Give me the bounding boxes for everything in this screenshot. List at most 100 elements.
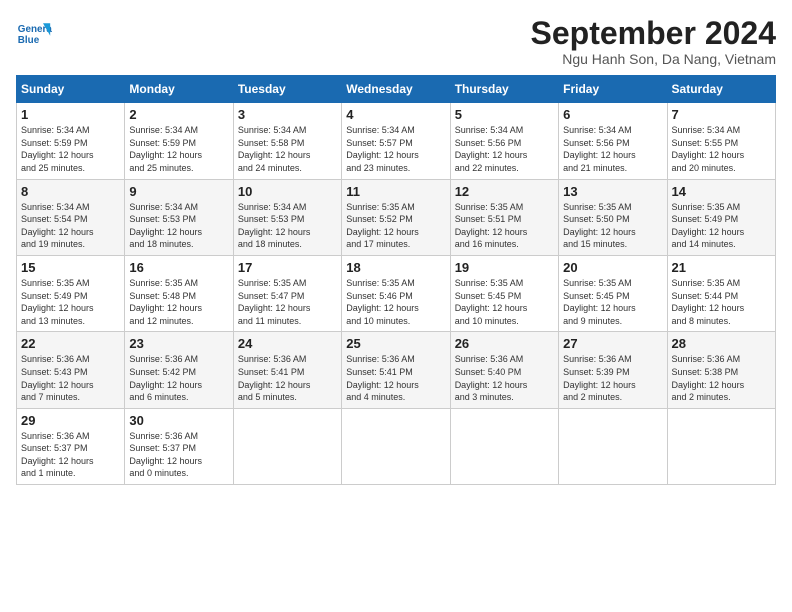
logo-svg: General Blue <box>16 16 52 52</box>
day-info: Sunrise: 5:34 AM Sunset: 5:55 PM Dayligh… <box>672 124 771 174</box>
week-row-4: 22Sunrise: 5:36 AM Sunset: 5:43 PM Dayli… <box>17 332 776 408</box>
calendar-header: SundayMondayTuesdayWednesdayThursdayFrid… <box>17 76 776 103</box>
day-number: 26 <box>455 336 554 351</box>
day-number: 5 <box>455 107 554 122</box>
weekday-sunday: Sunday <box>17 76 125 103</box>
day-cell: 14 Sunrise: 5:35 AM Sunset: 5:49 PM Dayli… <box>667 179 775 255</box>
week-row-2: 8 Sunrise: 5:34 AM Sunset: 5:54 PM Daylig… <box>17 179 776 255</box>
weekday-saturday: Saturday <box>667 76 775 103</box>
day-number: 28 <box>672 336 771 351</box>
day-cell: 12 Sunrise: 5:35 AM Sunset: 5:51 PM Dayli… <box>450 179 558 255</box>
calendar-table: SundayMondayTuesdayWednesdayThursdayFrid… <box>16 75 776 485</box>
day-info: Sunrise: 5:35 AM Sunset: 5:49 PM Dayligh… <box>21 277 120 327</box>
day-info: Sunrise: 5:35 AM Sunset: 5:49 PM Dayligh… <box>672 201 771 251</box>
day-cell <box>450 408 558 484</box>
day-cell: 27 Sunrise: 5:36 AM Sunset: 5:39 PM Dayli… <box>559 332 667 408</box>
day-cell: 3 Sunrise: 5:34 AM Sunset: 5:58 PM Daylig… <box>233 103 341 179</box>
day-info: Sunrise: 5:35 AM Sunset: 5:50 PM Dayligh… <box>563 201 662 251</box>
day-cell: 2 Sunrise: 5:34 AM Sunset: 5:59 PM Daylig… <box>125 103 233 179</box>
day-cell: 11 Sunrise: 5:35 AM Sunset: 5:52 PM Dayli… <box>342 179 450 255</box>
day-info: Sunrise: 5:34 AM Sunset: 5:53 PM Dayligh… <box>238 201 337 251</box>
month-title: September 2024 <box>531 16 776 51</box>
day-number: 19 <box>455 260 554 275</box>
day-number: 23 <box>129 336 228 351</box>
day-cell <box>342 408 450 484</box>
day-info: Sunrise: 5:35 AM Sunset: 5:51 PM Dayligh… <box>455 201 554 251</box>
day-cell <box>233 408 341 484</box>
calendar-body: 1 Sunrise: 5:34 AM Sunset: 5:59 PM Daylig… <box>17 103 776 485</box>
day-cell: 26Sunrise: 5:36 AM Sunset: 5:40 PM Dayli… <box>450 332 558 408</box>
day-cell: 9Sunrise: 5:34 AM Sunset: 5:53 PM Daylig… <box>125 179 233 255</box>
day-number: 10 <box>238 184 337 199</box>
day-cell: 17Sunrise: 5:35 AM Sunset: 5:47 PM Dayli… <box>233 255 341 331</box>
day-number: 16 <box>129 260 228 275</box>
week-row-5: 29Sunrise: 5:36 AM Sunset: 5:37 PM Dayli… <box>17 408 776 484</box>
day-info: Sunrise: 5:36 AM Sunset: 5:41 PM Dayligh… <box>238 353 337 403</box>
day-cell <box>667 408 775 484</box>
day-number: 27 <box>563 336 662 351</box>
day-info: Sunrise: 5:35 AM Sunset: 5:46 PM Dayligh… <box>346 277 445 327</box>
logo: General Blue <box>16 16 52 52</box>
day-info: Sunrise: 5:36 AM Sunset: 5:42 PM Dayligh… <box>129 353 228 403</box>
day-number: 8 <box>21 184 120 199</box>
weekday-thursday: Thursday <box>450 76 558 103</box>
day-number: 25 <box>346 336 445 351</box>
day-info: Sunrise: 5:34 AM Sunset: 5:58 PM Dayligh… <box>238 124 337 174</box>
day-info: Sunrise: 5:35 AM Sunset: 5:44 PM Dayligh… <box>672 277 771 327</box>
day-cell: 8 Sunrise: 5:34 AM Sunset: 5:54 PM Daylig… <box>17 179 125 255</box>
day-cell: 23 Sunrise: 5:36 AM Sunset: 5:42 PM Dayli… <box>125 332 233 408</box>
day-cell <box>559 408 667 484</box>
day-cell: 28 Sunrise: 5:36 AM Sunset: 5:38 PM Dayli… <box>667 332 775 408</box>
day-number: 29 <box>21 413 120 428</box>
day-number: 30 <box>129 413 228 428</box>
week-row-1: 1 Sunrise: 5:34 AM Sunset: 5:59 PM Daylig… <box>17 103 776 179</box>
day-number: 12 <box>455 184 554 199</box>
day-info: Sunrise: 5:34 AM Sunset: 5:56 PM Dayligh… <box>455 124 554 174</box>
day-cell: 5 Sunrise: 5:34 AM Sunset: 5:56 PM Daylig… <box>450 103 558 179</box>
day-cell: 10 Sunrise: 5:34 AM Sunset: 5:53 PM Dayli… <box>233 179 341 255</box>
day-cell: 19Sunrise: 5:35 AM Sunset: 5:45 PM Dayli… <box>450 255 558 331</box>
day-cell: 22Sunrise: 5:36 AM Sunset: 5:43 PM Dayli… <box>17 332 125 408</box>
day-number: 21 <box>672 260 771 275</box>
day-number: 2 <box>129 107 228 122</box>
day-cell: 4Sunrise: 5:34 AM Sunset: 5:57 PM Daylig… <box>342 103 450 179</box>
day-number: 13 <box>563 184 662 199</box>
day-number: 3 <box>238 107 337 122</box>
day-cell: 15 Sunrise: 5:35 AM Sunset: 5:49 PM Dayli… <box>17 255 125 331</box>
day-cell: 16 Sunrise: 5:35 AM Sunset: 5:48 PM Dayli… <box>125 255 233 331</box>
day-number: 14 <box>672 184 771 199</box>
week-row-3: 15 Sunrise: 5:35 AM Sunset: 5:49 PM Dayli… <box>17 255 776 331</box>
day-cell: 30Sunrise: 5:36 AM Sunset: 5:37 PM Dayli… <box>125 408 233 484</box>
day-info: Sunrise: 5:36 AM Sunset: 5:41 PM Dayligh… <box>346 353 445 403</box>
header: General Blue September 2024 Ngu Hanh Son… <box>16 16 776 67</box>
day-number: 24 <box>238 336 337 351</box>
day-cell: 20Sunrise: 5:35 AM Sunset: 5:45 PM Dayli… <box>559 255 667 331</box>
day-info: Sunrise: 5:34 AM Sunset: 5:56 PM Dayligh… <box>563 124 662 174</box>
day-info: Sunrise: 5:34 AM Sunset: 5:53 PM Dayligh… <box>129 201 228 251</box>
weekday-row: SundayMondayTuesdayWednesdayThursdayFrid… <box>17 76 776 103</box>
day-number: 6 <box>563 107 662 122</box>
location-title: Ngu Hanh Son, Da Nang, Vietnam <box>531 51 776 67</box>
day-number: 7 <box>672 107 771 122</box>
day-info: Sunrise: 5:35 AM Sunset: 5:48 PM Dayligh… <box>129 277 228 327</box>
weekday-monday: Monday <box>125 76 233 103</box>
day-number: 18 <box>346 260 445 275</box>
day-info: Sunrise: 5:34 AM Sunset: 5:54 PM Dayligh… <box>21 201 120 251</box>
day-cell: 7 Sunrise: 5:34 AM Sunset: 5:55 PM Daylig… <box>667 103 775 179</box>
day-cell: 24 Sunrise: 5:36 AM Sunset: 5:41 PM Dayli… <box>233 332 341 408</box>
day-number: 17 <box>238 260 337 275</box>
day-info: Sunrise: 5:36 AM Sunset: 5:38 PM Dayligh… <box>672 353 771 403</box>
title-area: September 2024 Ngu Hanh Son, Da Nang, Vi… <box>531 16 776 67</box>
day-info: Sunrise: 5:35 AM Sunset: 5:52 PM Dayligh… <box>346 201 445 251</box>
day-number: 1 <box>21 107 120 122</box>
day-cell: 29Sunrise: 5:36 AM Sunset: 5:37 PM Dayli… <box>17 408 125 484</box>
day-info: Sunrise: 5:34 AM Sunset: 5:59 PM Dayligh… <box>129 124 228 174</box>
day-info: Sunrise: 5:36 AM Sunset: 5:39 PM Dayligh… <box>563 353 662 403</box>
day-cell: 18 Sunrise: 5:35 AM Sunset: 5:46 PM Dayli… <box>342 255 450 331</box>
day-cell: 1Sunrise: 5:34 AM Sunset: 5:59 PM Daylig… <box>17 103 125 179</box>
day-info: Sunrise: 5:36 AM Sunset: 5:43 PM Dayligh… <box>21 353 120 403</box>
weekday-friday: Friday <box>559 76 667 103</box>
day-number: 15 <box>21 260 120 275</box>
day-number: 11 <box>346 184 445 199</box>
day-info: Sunrise: 5:35 AM Sunset: 5:45 PM Dayligh… <box>563 277 662 327</box>
